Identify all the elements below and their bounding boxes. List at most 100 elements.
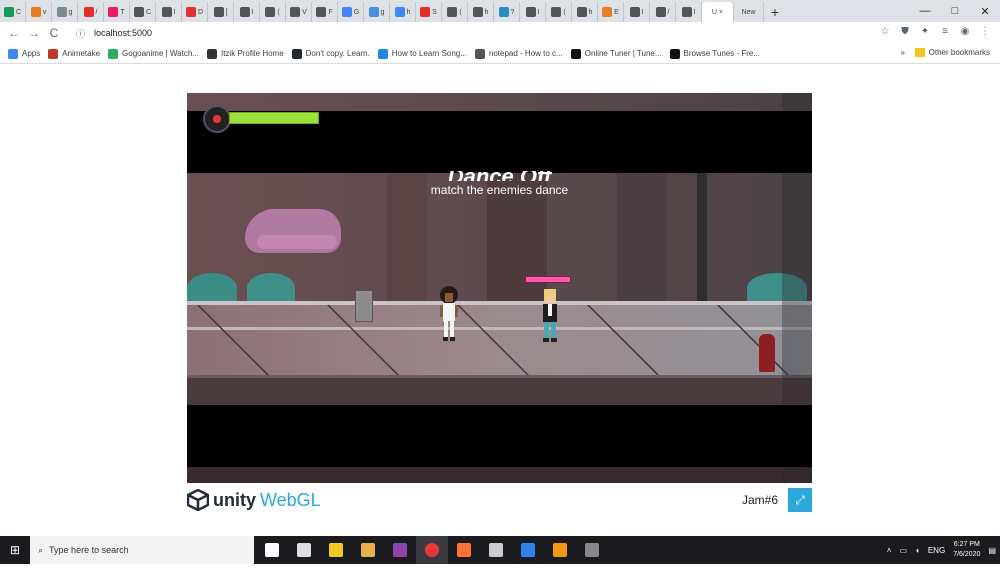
menu-icon[interactable]: ⋮	[978, 24, 992, 38]
browser-tab[interactable]: G	[338, 2, 364, 22]
tab-label: I	[173, 8, 176, 16]
bookmark-label: How to Learn Song...	[391, 49, 467, 58]
volume-icon[interactable]: ◖	[915, 546, 920, 555]
browser-tab[interactable]: (	[260, 2, 286, 22]
taskbar-media-player-button[interactable]	[352, 536, 384, 564]
back-button[interactable]: ←	[4, 23, 24, 43]
taskbar-photos-button[interactable]	[384, 536, 416, 564]
taskbar-chrome-button[interactable]	[416, 536, 448, 564]
browser-tab[interactable]: h	[572, 2, 598, 22]
player-character	[440, 286, 458, 341]
bookmark-item[interactable]: Browse Tunes - Fre...	[669, 48, 760, 59]
chevron-up-icon[interactable]: ˄	[887, 546, 892, 555]
bookmark-item[interactable]: Online Tuner | Tune...	[570, 48, 662, 59]
playlist-icon[interactable]: ≡	[938, 24, 952, 38]
browser-tab[interactable]: /	[78, 2, 104, 22]
start-button[interactable]: ⊞	[0, 536, 30, 564]
browser-tab[interactable]: C	[130, 2, 156, 22]
taskbar-task-view-button[interactable]	[256, 536, 288, 564]
tab-label: /	[667, 8, 670, 16]
reload-button[interactable]: C	[44, 23, 64, 43]
tab-label: F	[328, 8, 333, 16]
taskbar-terminal-button[interactable]	[576, 536, 608, 564]
tab-label: ?	[510, 8, 515, 16]
clock[interactable]: 6:27 PM 7/6/2020	[953, 540, 980, 560]
browser-tab[interactable]: v	[26, 2, 52, 22]
browser-tab[interactable]: h	[390, 2, 416, 22]
webgl-label: WebGL	[260, 489, 321, 510]
taskbar-file-explorer-button[interactable]	[320, 536, 352, 564]
tab-label: h	[406, 8, 411, 16]
info-icon[interactable]: ⓘ	[76, 27, 90, 40]
minimize-button[interactable]: —	[910, 0, 940, 22]
tab-close-icon[interactable]: ×	[719, 9, 723, 16]
browser-tab[interactable]: [	[208, 2, 234, 22]
bookmark-item[interactable]: Animetake	[48, 48, 100, 59]
tab-label: New	[741, 8, 756, 16]
bookmark-item[interactable]: Gogoanime | Watch...	[108, 48, 199, 59]
taskbar-search[interactable]: ⌕ Type here to search	[30, 536, 254, 564]
bookmark-label: notepad - How to c...	[488, 49, 563, 58]
browser-tab[interactable]: F	[312, 2, 338, 22]
bookmark-item[interactable]: Apps	[8, 48, 41, 59]
bookmark-item[interactable]: Itzik Profile Home	[206, 48, 284, 59]
game-bush	[187, 273, 237, 303]
notification-icon[interactable]: ▤	[988, 546, 996, 555]
taskbar-vscode-button[interactable]	[512, 536, 544, 564]
browser-tab[interactable]: V	[286, 2, 312, 22]
game-street	[187, 375, 812, 405]
browser-tab[interactable]: ?	[494, 2, 520, 22]
browser-tab[interactable]: (	[442, 2, 468, 22]
language-indicator[interactable]: ENG	[928, 546, 945, 555]
url-text: localhost:5000	[94, 28, 153, 38]
bookmarks-overflow-icon[interactable]: »	[901, 48, 905, 57]
browser-tab[interactable]: /	[650, 2, 676, 22]
new-tab-button[interactable]: +	[764, 2, 786, 22]
profile-avatar-icon[interactable]: ◉	[958, 24, 972, 38]
close-window-button[interactable]: ✕	[970, 0, 1000, 22]
browser-tab[interactable]: T	[104, 2, 130, 22]
bookmark-label: Gogoanime | Watch...	[122, 49, 199, 58]
browser-tab[interactable]: D	[182, 2, 208, 22]
browser-tab[interactable]: I	[624, 2, 650, 22]
browser-tab[interactable]: S	[416, 2, 442, 22]
tab-strip: Cv g / T C I D [I (V F Gg h S (h? I (h E I / I U × New +	[0, 0, 1000, 22]
maximize-button[interactable]: □	[940, 0, 970, 22]
tab-favicon-icon	[576, 7, 587, 17]
puzzle-extension-icon[interactable]: ✦	[918, 24, 932, 38]
bookmark-label: Online Tuner | Tune...	[584, 49, 662, 58]
shield-extension-icon[interactable]: ⛊	[898, 24, 912, 38]
game-title: Dance Off	[187, 171, 812, 181]
unity-game-canvas[interactable]: Dance Off match the enemies dance	[187, 93, 812, 483]
new-tab[interactable]: New	[734, 2, 764, 22]
browser-tab[interactable]: E	[598, 2, 624, 22]
bookmark-label: Apps	[22, 49, 41, 58]
bookmark-item[interactable]: Don't copy. Learn.	[291, 48, 370, 59]
browser-tab[interactable]: I	[676, 2, 702, 22]
active-tab[interactable]: U ×	[702, 2, 734, 22]
tab-favicon-icon	[239, 7, 250, 17]
browser-tab[interactable]: g	[364, 2, 390, 22]
taskbar-unity-button[interactable]	[480, 536, 512, 564]
browser-tab[interactable]: I	[156, 2, 182, 22]
browser-tab[interactable]: I	[520, 2, 546, 22]
taskbar-firefox-button[interactable]	[448, 536, 480, 564]
bookmark-item[interactable]: notepad - How to c...	[474, 48, 563, 59]
network-icon[interactable]: ▭	[899, 546, 907, 555]
fullscreen-button[interactable]: ⤢	[788, 488, 812, 512]
forward-button[interactable]: →	[24, 23, 44, 43]
taskbar-git-button[interactable]	[544, 536, 576, 564]
other-bookmarks[interactable]: Other bookmarks	[914, 48, 990, 57]
browser-tab[interactable]: (	[546, 2, 572, 22]
browser-tab[interactable]: I	[234, 2, 260, 22]
bookmark-favicon-icon	[8, 48, 18, 59]
browser-tab[interactable]: h	[468, 2, 494, 22]
address-bar[interactable]: ⓘ localhost:5000	[70, 24, 890, 42]
browser-tab[interactable]: C	[0, 2, 26, 22]
search-placeholder: Type here to search	[49, 545, 129, 555]
browser-tab[interactable]: g	[52, 2, 78, 22]
clock-date: 7/6/2020	[953, 551, 981, 558]
taskbar-snip-button[interactable]	[288, 536, 320, 564]
bookmark-item[interactable]: How to Learn Song...	[377, 48, 467, 59]
star-icon[interactable]: ☆	[878, 24, 892, 38]
